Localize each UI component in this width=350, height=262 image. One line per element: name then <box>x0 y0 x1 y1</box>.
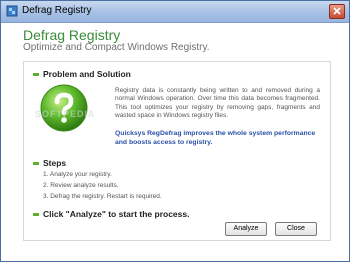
step-item: 1. Analyze your registry. <box>43 171 112 178</box>
step-item: 3. Defrag the registry. Restart is requi… <box>43 193 162 200</box>
steps-heading: Steps <box>33 158 66 168</box>
defrag-registry-window: Defrag Registry Defrag Registry Optimize… <box>0 0 350 262</box>
page-subtitle: Optimize and Compact Windows Registry. <box>23 42 210 53</box>
step-item: 2. Review analyze results. <box>43 182 119 189</box>
problem-description: Registry data is constantly being writte… <box>115 87 320 120</box>
page-title: Defrag Registry <box>23 27 121 43</box>
title-bar[interactable]: Defrag Registry <box>1 1 349 23</box>
steps-list: 1. Analyze your registry. 2. Review anal… <box>43 169 162 202</box>
window-title: Defrag Registry <box>22 5 92 16</box>
bullet-bar <box>33 213 39 217</box>
problem-heading: Problem and Solution <box>33 69 131 79</box>
close-button[interactable]: Close <box>275 222 317 236</box>
analyze-button[interactable]: Analyze <box>225 222 267 236</box>
bullet-bar <box>33 162 39 166</box>
registry-app-icon <box>6 5 18 17</box>
cta-heading: Click "Analyze" to start the process. <box>33 209 189 219</box>
solution-highlight: Quicksys RegDefrag improves the whole sy… <box>115 130 316 146</box>
bullet-bar <box>33 73 39 77</box>
close-icon <box>333 7 341 15</box>
question-mark-icon <box>40 84 88 132</box>
window-close-button[interactable] <box>329 4 345 19</box>
watermark: SOFTPEDIA <box>35 109 96 119</box>
